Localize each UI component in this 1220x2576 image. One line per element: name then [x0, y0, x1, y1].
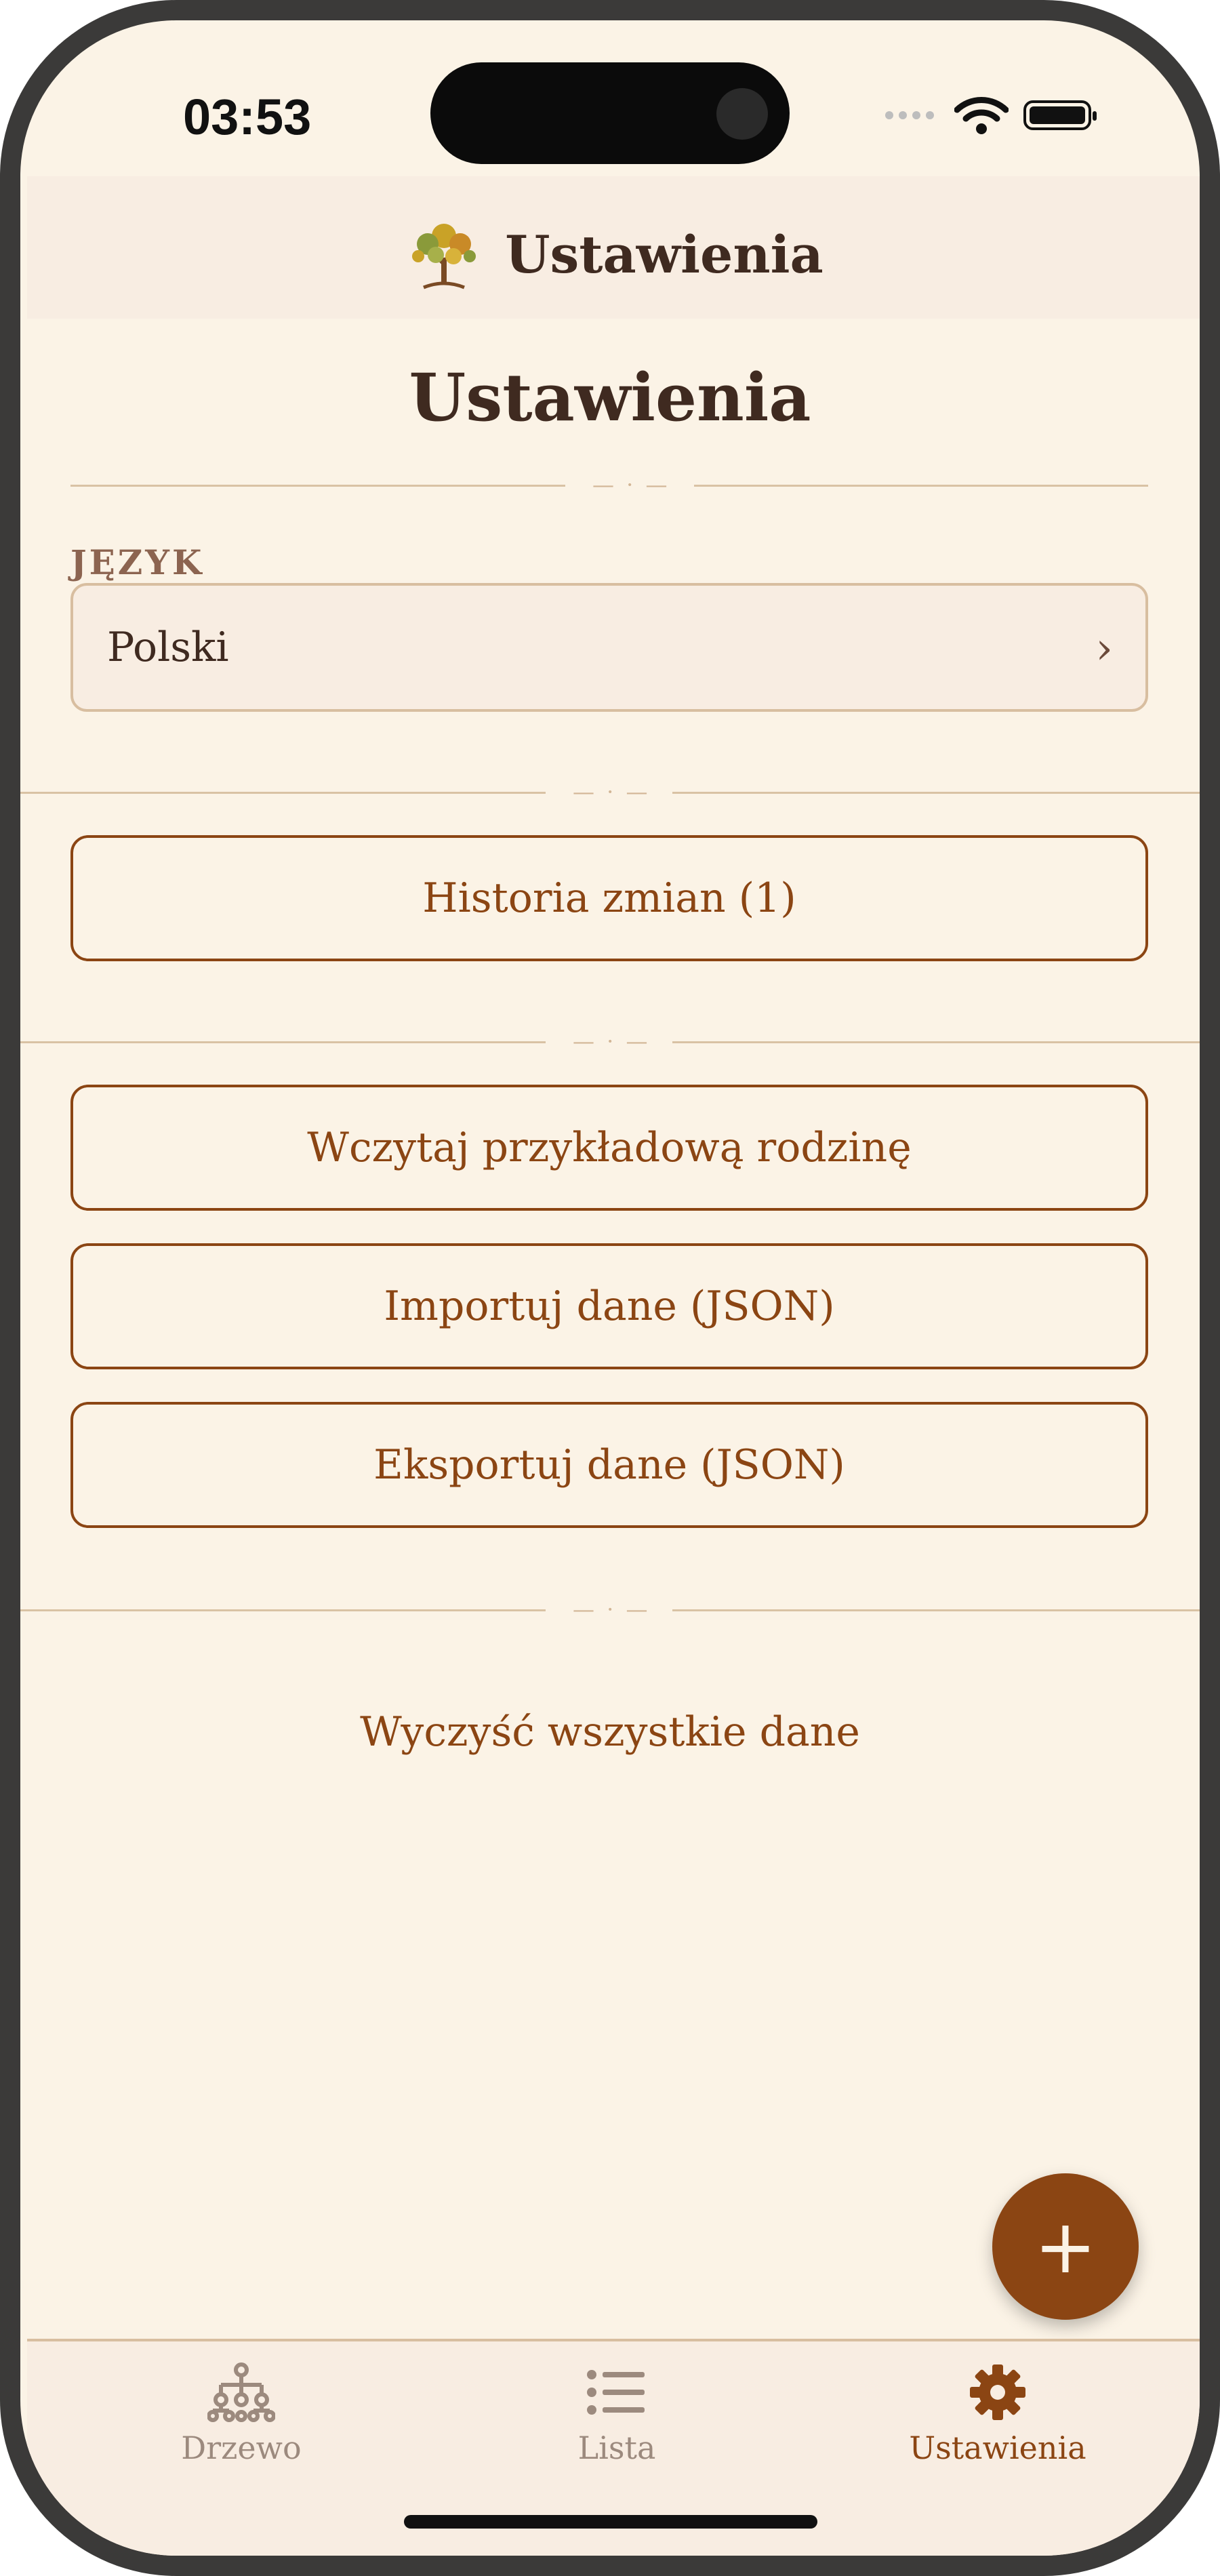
app-header-title: Ustawienia [505, 224, 824, 285]
language-label: JĘZYK [70, 542, 205, 582]
import-json-button[interactable]: Importuj dane (JSON) [70, 1243, 1148, 1369]
history-button[interactable]: Historia zmian (1) [70, 835, 1148, 961]
wifi-icon [954, 97, 1009, 134]
export-json-button[interactable]: Eksportuj dane (JSON) [70, 1402, 1148, 1528]
divider: — · — [70, 474, 1148, 496]
tree-logo-icon [412, 224, 476, 289]
tab-lista[interactable]: Lista [481, 2355, 752, 2466]
chevron-right-icon: › [1095, 624, 1113, 674]
tab-label: Lista [577, 2430, 656, 2466]
language-value: Polski [107, 624, 229, 671]
divider: — · — [20, 781, 1200, 803]
camera-icon [716, 88, 768, 140]
list-icon [587, 2370, 645, 2415]
family-tree-icon [207, 2362, 275, 2422]
device-frame: 03:53 Ustawienia Ustawienia — · — JĘZYK … [0, 0, 1220, 2576]
tab-label: Drzewo [181, 2430, 302, 2466]
tab-drzewo[interactable]: Drzewo [106, 2355, 377, 2466]
tab-label: Ustawienia [909, 2430, 1086, 2466]
divider: — · — [20, 1030, 1200, 1052]
status-icons [885, 95, 1097, 136]
divider: — · — [20, 1598, 1200, 1620]
dynamic-island [430, 62, 790, 164]
screen: 03:53 Ustawienia Ustawienia — · — JĘZYK … [20, 20, 1200, 2556]
add-person-button[interactable]: + [992, 2173, 1139, 2320]
app-header: Ustawienia [27, 176, 1200, 319]
gear-icon [970, 2364, 1025, 2420]
tab-ustawienia[interactable]: Ustawienia [862, 2355, 1133, 2466]
signal-dots-icon [885, 109, 939, 122]
load-sample-family-button[interactable]: Wczytaj przykładową rodzinę [70, 1085, 1148, 1211]
battery-icon [1023, 100, 1097, 130]
home-indicator [404, 2515, 817, 2529]
status-time: 03:53 [183, 89, 312, 145]
clear-all-data-button[interactable]: Wyczyść wszystkie dane [20, 1708, 1200, 1756]
language-select[interactable]: Polski › [70, 583, 1148, 712]
plus-icon: + [1034, 2203, 1097, 2290]
status-bar: 03:53 [20, 20, 1200, 164]
page-title: Ustawienia [409, 359, 811, 436]
